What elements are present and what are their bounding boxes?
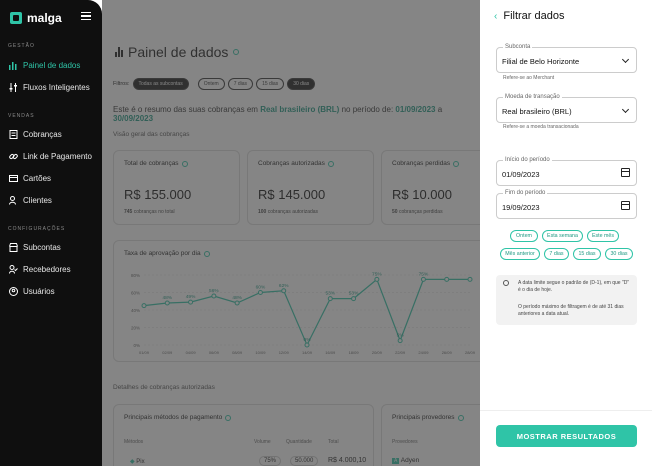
field-label: Subconta xyxy=(503,44,533,50)
app-root: malga GESTÃO Painel de dados Fluxos Inte… xyxy=(0,0,652,466)
field-value: Real brasileiro (BRL) xyxy=(502,107,572,116)
logo-text: malga xyxy=(27,11,62,25)
section-label-config: CONFIGURAÇÕES xyxy=(8,226,66,232)
user-check-icon xyxy=(9,265,18,274)
chevron-down-icon xyxy=(621,55,630,64)
sidebar: malga GESTÃO Painel de dados Fluxos Inte… xyxy=(0,0,102,466)
hamburger-menu-icon[interactable] xyxy=(81,12,91,20)
range-chip-7-dias[interactable]: 7 dias xyxy=(544,248,569,260)
field-value: 01/09/2023 xyxy=(502,170,540,179)
sidebar-item-fluxos[interactable]: Fluxos Inteligentes xyxy=(9,83,90,92)
range-chip-30-dias[interactable]: 30 dias xyxy=(605,248,633,260)
sidebar-item-recebedores[interactable]: Recebedores xyxy=(9,265,71,274)
sidebar-item-painel[interactable]: Painel de dados xyxy=(9,61,80,70)
receipt-icon xyxy=(9,130,18,139)
sidebar-item-cartoes[interactable]: Cartões xyxy=(9,174,51,183)
range-chip-esta-semana[interactable]: Esta semana xyxy=(542,230,583,242)
subconta-hint: Refere-se ao Merchant xyxy=(503,75,555,81)
sidebar-item-usuarios[interactable]: Usuários xyxy=(9,287,55,296)
sidebar-item-label: Fluxos Inteligentes xyxy=(23,83,90,92)
sidebar-item-label: Recebedores xyxy=(23,265,71,274)
sidebar-item-link-pagamento[interactable]: Link de Pagamento xyxy=(9,152,92,161)
range-chip-este-mes[interactable]: Este mês xyxy=(587,230,619,242)
moeda-hint: Refere-se a moeda transacionada xyxy=(503,124,579,130)
calendar-icon[interactable] xyxy=(621,201,630,210)
inicio-date-field[interactable]: Início do período 01/09/2023 xyxy=(496,157,637,186)
field-label: Início do período xyxy=(503,157,552,163)
subconta-select[interactable]: Subconta Filial de Belo Horizonte xyxy=(496,44,637,73)
fim-date-field[interactable]: Fim do período 19/09/2023 xyxy=(496,190,637,219)
sidebar-item-label: Clientes xyxy=(23,196,52,205)
logo[interactable]: malga xyxy=(10,11,62,25)
info-note: A data limite segue o padrão de (D-1), e… xyxy=(496,275,637,325)
panel-header: ‹ Filtrar dados xyxy=(494,10,564,22)
sidebar-item-label: Cartões xyxy=(23,174,52,183)
panel-title: Filtrar dados xyxy=(503,10,565,22)
sidebar-item-label: Subcontas xyxy=(23,243,61,252)
filter-panel: ‹ Filtrar dados Subconta Filial de Belo … xyxy=(480,0,652,466)
link-icon xyxy=(9,152,18,161)
field-value: 19/09/2023 xyxy=(502,203,540,212)
sidebar-item-label: Cobranças xyxy=(23,130,62,139)
store-icon xyxy=(9,243,18,252)
note-text-2: O período máximo de filtragem é de até 3… xyxy=(518,304,624,317)
back-chevron-icon[interactable]: ‹ xyxy=(494,11,497,22)
divider xyxy=(480,410,652,411)
sidebar-item-label: Link de Pagamento xyxy=(23,152,92,161)
range-chip-15-dias[interactable]: 15 dias xyxy=(573,248,601,260)
info-circle-icon xyxy=(503,280,509,286)
sidebar-item-subcontas[interactable]: Subcontas xyxy=(9,243,61,252)
moeda-select[interactable]: Moeda de transação Real brasileiro (BRL) xyxy=(496,94,637,123)
users-icon xyxy=(9,196,18,205)
section-label-gestao: GESTÃO xyxy=(8,43,35,49)
overlay-scrim[interactable] xyxy=(102,0,482,466)
sliders-icon xyxy=(9,83,18,92)
calendar-icon[interactable] xyxy=(621,168,630,177)
logo-icon xyxy=(10,12,22,24)
sidebar-item-cobrancas[interactable]: Cobranças xyxy=(9,130,62,139)
chevron-down-icon xyxy=(621,105,630,114)
range-chip-ontem[interactable]: Ontem xyxy=(510,230,538,242)
section-label-vendas: VENDAS xyxy=(8,113,35,119)
note-text-1: A data limite segue o padrão de (D-1), e… xyxy=(518,280,630,293)
sidebar-item-clientes[interactable]: Clientes xyxy=(9,196,52,205)
show-results-button[interactable]: MOSTRAR RESULTADOS xyxy=(496,425,637,447)
field-value: Filial de Belo Horizonte xyxy=(502,57,580,66)
field-label: Fim do período xyxy=(503,190,548,196)
range-chip-mes-anterior[interactable]: Mês anterior xyxy=(500,248,540,260)
sidebar-item-label: Usuários xyxy=(23,287,55,296)
field-label: Moeda de transação xyxy=(503,94,562,100)
bar-chart-icon xyxy=(9,61,18,70)
sidebar-item-label: Painel de dados xyxy=(23,61,81,70)
card-icon xyxy=(9,174,18,183)
user-circle-icon xyxy=(9,287,18,296)
